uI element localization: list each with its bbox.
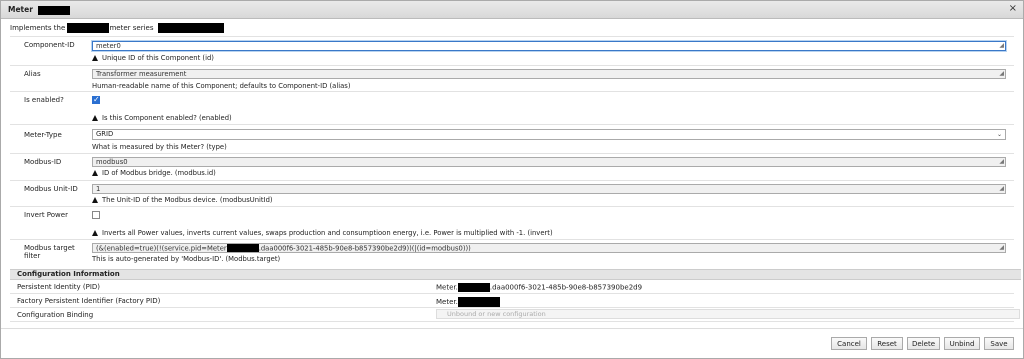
row-config-binding: Configuration Binding Unbound or new con… (10, 308, 1020, 322)
modbus-target-input[interactable]: (&(enabled=true)(!(service.pid=Meter .daa… (92, 243, 1006, 253)
pid-value-suffix: .daa000f6-3021-485b-90e8-b857390be2d9 (489, 283, 643, 292)
resize-handle-icon[interactable]: ◢ (999, 185, 1004, 193)
resize-handle-icon[interactable]: ◢ (999, 158, 1004, 166)
chevron-down-icon: ⌄ (996, 131, 1002, 138)
modbus-id-value: modbus0 (96, 158, 128, 166)
reset-button[interactable]: Reset (871, 337, 903, 350)
modbus-unit-id-input[interactable]: 1 ◢ (92, 184, 1006, 194)
dialog-title-text: Meter (8, 5, 33, 14)
modbus-unit-id-label: Modbus Unit-ID (24, 185, 78, 193)
alias-hint: Human-readable name of this Component; d… (92, 82, 351, 90)
redacted-block (67, 23, 110, 33)
row-modbus-unit-id: Modbus Unit-ID 1 ◢ The Unit-ID of the Mo… (10, 180, 1014, 207)
pid-value-prefix: Meter. (436, 283, 458, 292)
invert-power-label: Invert Power (24, 211, 68, 219)
alias-label: Alias (24, 70, 41, 78)
modbus-target-value-suffix: .daa000f6-3021-485b-90e8-b857390be2d9))(… (258, 244, 471, 253)
redacted-block (226, 244, 259, 252)
modbus-id-hint-text: ID of Modbus bridge. (modbus.id) (102, 169, 216, 177)
modbus-id-input[interactable]: modbus0 ◢ (92, 157, 1006, 167)
pid-value: Meter. .daa000f6-3021-485b-90e8-b857390be… (436, 283, 642, 292)
config-info-header: Configuration Information (10, 269, 1021, 280)
meter-config-dialog: Meter × Implements the meter series Comp… (0, 0, 1024, 359)
dialog-titlebar: Meter × (1, 1, 1023, 19)
meter-type-label: Meter-Type (24, 131, 62, 139)
resize-handle-icon[interactable]: ◢ (999, 244, 1004, 252)
alias-input[interactable]: Transformer measurement ◢ (92, 69, 1006, 79)
description-prefix: Implements the (10, 24, 66, 32)
pid-label: Persistent Identity (PID) (17, 283, 101, 291)
component-id-input[interactable]: meter0 ◢ (92, 41, 1006, 51)
redacted-block (457, 297, 500, 307)
modbus-id-label: Modbus-ID (24, 158, 62, 166)
dialog-description: Implements the meter series (10, 23, 224, 33)
meter-type-value: GRID (96, 130, 114, 138)
config-binding-field[interactable]: Unbound or new configuration (436, 309, 1020, 319)
cancel-button[interactable]: Cancel (831, 337, 867, 350)
close-icon[interactable]: × (1009, 3, 1017, 14)
delete-button[interactable]: Delete (907, 337, 940, 350)
save-button[interactable]: Save (984, 337, 1014, 350)
invert-power-checkbox[interactable] (92, 211, 100, 219)
config-binding-label: Configuration Binding (17, 311, 94, 319)
component-id-hint: Unique ID of this Component (id) (92, 54, 214, 62)
row-pid: Persistent Identity (PID) Meter. .daa000f… (10, 280, 1014, 294)
enabled-checkbox[interactable] (92, 95, 100, 104)
component-id-label: Component-ID (24, 41, 75, 49)
enabled-label: Is enabled? (24, 96, 64, 104)
unbind-button[interactable]: Unbind (944, 337, 980, 350)
row-component-id: Component-ID meter0 ◢ Unique ID of this … (10, 36, 1014, 66)
alias-value: Transformer measurement (96, 70, 187, 78)
factory-pid-value-prefix: Meter. (436, 298, 458, 306)
modbus-target-label: Modbus target filter (24, 244, 75, 260)
warning-icon (92, 55, 98, 61)
dialog-title: Meter (8, 5, 70, 15)
factory-pid-value: Meter. (436, 297, 500, 307)
resize-handle-icon[interactable]: ◢ (999, 70, 1004, 78)
modbus-unit-id-hint-text: The Unit-ID of the Modbus device. (modbu… (102, 196, 273, 204)
redacted-block (457, 283, 490, 292)
modbus-unit-id-value: 1 (96, 185, 101, 193)
enabled-hint: Is this Component enabled? (enabled) (92, 114, 232, 122)
modbus-target-hint: This is auto-generated by 'Modbus-ID'. (… (92, 255, 281, 263)
enabled-hint-text: Is this Component enabled? (enabled) (102, 114, 232, 122)
invert-power-hint-text: Inverts all Power values, inverts curren… (102, 229, 553, 237)
modbus-target-value-prefix: (&(enabled=true)(!(service.pid=Meter (96, 244, 227, 253)
modbus-unit-id-hint: The Unit-ID of the Modbus device. (modbu… (92, 196, 273, 204)
row-modbus-id: Modbus-ID modbus0 ◢ ID of Modbus bridge.… (10, 153, 1014, 181)
row-alias: Alias Transformer measurement ◢ Human-re… (10, 65, 1014, 92)
factory-pid-label: Factory Persistent Identifier (Factory P… (17, 297, 161, 305)
warning-icon (92, 115, 98, 121)
component-id-hint-text: Unique ID of this Component (id) (102, 54, 214, 62)
row-invert-power: Invert Power Inverts all Power values, i… (10, 206, 1014, 240)
invert-power-hint: Inverts all Power values, inverts curren… (92, 229, 553, 237)
resize-handle-icon[interactable]: ◢ (999, 42, 1004, 50)
warning-icon (92, 170, 98, 176)
meter-type-hint: What is measured by this Meter? (type) (92, 143, 227, 151)
row-enabled: Is enabled? Is this Component enabled? (… (10, 91, 1014, 125)
component-id-value: meter0 (96, 42, 121, 50)
redacted-block (37, 5, 70, 15)
description-middle: meter series (109, 24, 154, 32)
row-factory-pid: Factory Persistent Identifier (Factory P… (10, 294, 1014, 308)
redacted-block (157, 23, 224, 33)
modbus-id-hint: ID of Modbus bridge. (modbus.id) (92, 169, 216, 177)
warning-icon (92, 230, 98, 236)
warning-icon (92, 197, 98, 203)
row-modbus-target: Modbus target filter (&(enabled=true)(!(… (10, 239, 1014, 268)
row-meter-type: Meter-Type GRID ⌄ What is measured by th… (10, 124, 1014, 154)
dialog-footer: Cancel Reset Delete Unbind Save (1, 328, 1023, 359)
meter-type-select[interactable]: GRID ⌄ (92, 129, 1006, 140)
